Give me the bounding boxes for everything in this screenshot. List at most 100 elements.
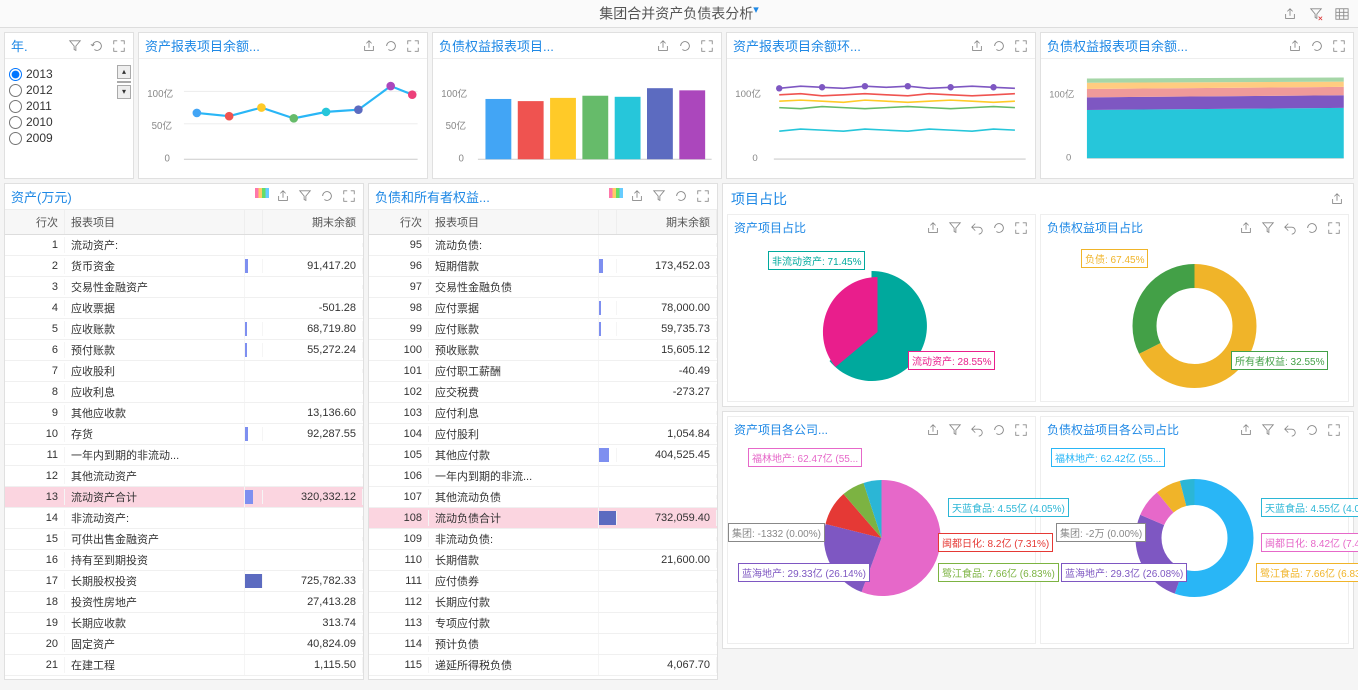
undo-icon[interactable] (1282, 220, 1298, 236)
table-row[interactable]: 97交易性金融负债 (369, 277, 717, 298)
year-radio[interactable] (9, 100, 22, 113)
table-row[interactable]: 98应付票据78,000.00 (369, 298, 717, 319)
refresh-icon[interactable] (383, 38, 399, 54)
table-icon[interactable] (1334, 6, 1350, 22)
expand-icon[interactable] (699, 38, 715, 54)
table-row[interactable]: 19长期应收款313.74 (5, 613, 363, 634)
table-row[interactable]: 5应收账款68,719.80 (5, 319, 363, 340)
table-row[interactable]: 115递延所得税负债4,067.70 (369, 655, 717, 676)
export-icon[interactable] (361, 38, 377, 54)
table-row[interactable]: 13流动资产合计320,332.12 (5, 487, 363, 508)
table-row[interactable]: 18投资性房地产27,413.28 (5, 592, 363, 613)
export-icon[interactable] (925, 422, 941, 438)
table-row[interactable]: 111应付债券 (369, 571, 717, 592)
table-row[interactable]: 4应收票据-501.28 (5, 298, 363, 319)
table-row[interactable]: 107其他流动负债 (369, 487, 717, 508)
col-index[interactable]: 行次 (369, 210, 429, 234)
year-radio[interactable] (9, 116, 22, 129)
refresh-icon[interactable] (991, 422, 1007, 438)
refresh-icon[interactable] (1304, 422, 1320, 438)
export-icon[interactable] (1282, 6, 1298, 22)
table-row[interactable]: 114预计负债 (369, 634, 717, 655)
expand-icon[interactable] (405, 38, 421, 54)
table-row[interactable]: 3交易性金融资产 (5, 277, 363, 298)
expand-icon[interactable] (1013, 422, 1029, 438)
expand-icon[interactable] (111, 38, 127, 54)
table-row[interactable]: 104应付股利1,054.84 (369, 424, 717, 445)
filter-icon[interactable] (947, 422, 963, 438)
refresh-icon[interactable] (1304, 220, 1320, 236)
col-index[interactable]: 行次 (5, 210, 65, 234)
year-radio[interactable] (9, 68, 22, 81)
table-row[interactable]: 17长期股权投资725,782.33 (5, 571, 363, 592)
refresh-icon[interactable] (673, 188, 689, 204)
expand-icon[interactable] (341, 188, 357, 204)
filter-icon[interactable] (1260, 220, 1276, 236)
export-icon[interactable] (1238, 422, 1254, 438)
year-option-2009[interactable]: 2009 (9, 131, 129, 145)
table-row[interactable]: 109非流动负债: (369, 529, 717, 550)
refresh-icon[interactable] (991, 220, 1007, 236)
refresh-icon[interactable] (319, 188, 335, 204)
table-row[interactable]: 15可供出售金融资产 (5, 529, 363, 550)
liab-body[interactable]: 95流动负债:96短期借款173,452.0397交易性金融负债98应付票据78… (369, 235, 717, 679)
filter-indicator-icon[interactable]: ▾ (753, 4, 759, 16)
expand-icon[interactable] (695, 188, 711, 204)
table-row[interactable]: 113专项应付款 (369, 613, 717, 634)
filter-icon[interactable] (1260, 422, 1276, 438)
scroll-up-icon[interactable]: ▴ (117, 65, 131, 79)
table-row[interactable]: 8应收利息 (5, 382, 363, 403)
table-row[interactable]: 105其他应付款404,525.45 (369, 445, 717, 466)
filter-clear-icon[interactable] (1308, 6, 1324, 22)
year-option-2013[interactable]: 2013 (9, 67, 129, 81)
table-row[interactable]: 102应交税费-273.27 (369, 382, 717, 403)
filter-icon[interactable] (947, 220, 963, 236)
refresh-icon[interactable] (677, 38, 693, 54)
table-row[interactable]: 106一年内到期的非流... (369, 466, 717, 487)
table-row[interactable]: 2货币资金91,417.20 (5, 256, 363, 277)
table-row[interactable]: 10存货92,287.55 (5, 424, 363, 445)
table-row[interactable]: 95流动负债: (369, 235, 717, 256)
table-row[interactable]: 14非流动资产: (5, 508, 363, 529)
table-row[interactable]: 11一年内到期的非流动... (5, 445, 363, 466)
year-option-2011[interactable]: 2011 (9, 99, 129, 113)
undo-icon[interactable] (969, 422, 985, 438)
table-row[interactable]: 100预收账款15,605.12 (369, 340, 717, 361)
table-row[interactable]: 9其他应收款13,136.60 (5, 403, 363, 424)
export-icon[interactable] (629, 188, 645, 204)
col-balance[interactable]: 期末余额 (263, 210, 363, 234)
export-icon[interactable] (1238, 220, 1254, 236)
col-item[interactable]: 报表项目 (429, 210, 599, 234)
filter-icon[interactable] (651, 188, 667, 204)
year-option-2010[interactable]: 2010 (9, 115, 129, 129)
table-row[interactable]: 96短期借款173,452.03 (369, 256, 717, 277)
export-icon[interactable] (275, 188, 291, 204)
undo-icon[interactable] (969, 220, 985, 236)
year-radio[interactable] (9, 132, 22, 145)
assets-body[interactable]: 1流动资产:2货币资金91,417.203交易性金融资产4应收票据-501.28… (5, 235, 363, 679)
expand-icon[interactable] (1326, 220, 1342, 236)
export-icon[interactable] (925, 220, 941, 236)
table-row[interactable]: 20固定资产40,824.09 (5, 634, 363, 655)
col-item[interactable]: 报表项目 (65, 210, 245, 234)
refresh-icon[interactable] (991, 38, 1007, 54)
columns-icon[interactable] (609, 188, 623, 198)
filter-icon[interactable] (67, 38, 83, 54)
export-icon[interactable] (655, 38, 671, 54)
table-row[interactable]: 110长期借款21,600.00 (369, 550, 717, 571)
export-icon[interactable] (1329, 191, 1345, 207)
table-row[interactable]: 108流动负债合计732,059.40 (369, 508, 717, 529)
expand-icon[interactable] (1331, 38, 1347, 54)
export-icon[interactable] (1287, 38, 1303, 54)
undo-icon[interactable] (1282, 422, 1298, 438)
table-row[interactable]: 103应付利息 (369, 403, 717, 424)
expand-icon[interactable] (1013, 38, 1029, 54)
expand-icon[interactable] (1013, 220, 1029, 236)
filter-icon[interactable] (297, 188, 313, 204)
table-row[interactable]: 101应付职工薪酬-40.49 (369, 361, 717, 382)
table-row[interactable]: 99应付账款59,735.73 (369, 319, 717, 340)
columns-icon[interactable] (255, 188, 269, 198)
col-balance[interactable]: 期末余额 (617, 210, 717, 234)
scroll-down-icon[interactable]: ▾ (117, 85, 131, 99)
export-icon[interactable] (969, 38, 985, 54)
